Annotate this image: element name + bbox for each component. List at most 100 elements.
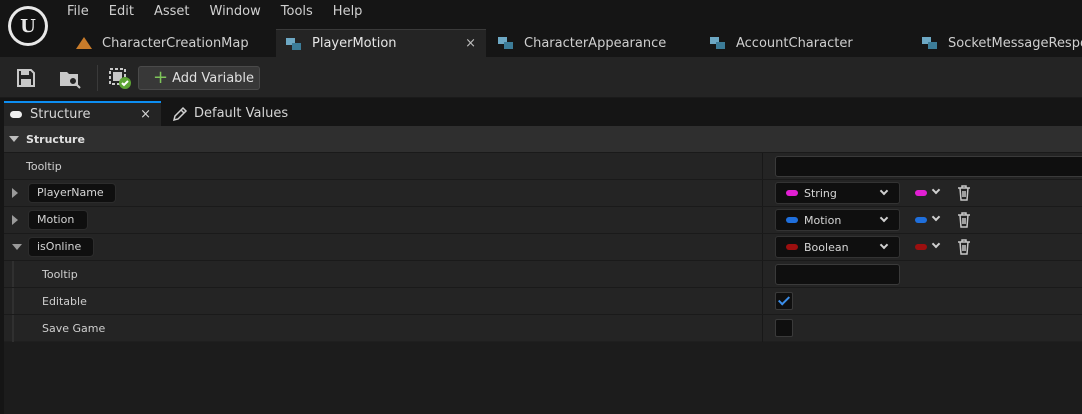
save-game-checkbox[interactable] <box>775 319 793 337</box>
tab-label: SocketMessageRespon <box>948 35 1082 51</box>
editor-window: U File Edit Asset Window Tools Help Char… <box>0 0 1082 414</box>
toolbar: + Add Variable <box>0 57 1082 98</box>
expand-arrow-icon[interactable] <box>12 215 18 225</box>
variable-row-isonline: isOnline Boolean <box>4 233 1082 261</box>
variable-name-field[interactable]: PlayerName <box>28 183 116 203</box>
tab-player-motion[interactable]: PlayerMotion × <box>276 29 486 57</box>
chevron-down-icon[interactable] <box>931 185 941 195</box>
collapse-arrow-icon[interactable] <box>12 244 22 250</box>
chevron-down-icon <box>879 186 889 196</box>
menu-window[interactable]: Window <box>200 0 271 24</box>
trash-icon[interactable] <box>957 212 971 228</box>
variable-row-playername: PlayerName String <box>4 179 1082 207</box>
type-pill-icon <box>786 217 798 223</box>
unreal-logo[interactable]: U <box>8 6 48 46</box>
type-label: Motion <box>804 214 842 227</box>
column-divider[interactable] <box>762 234 763 261</box>
map-icon <box>76 37 92 49</box>
chevron-down-icon[interactable] <box>931 239 941 249</box>
indent-guide <box>12 261 14 288</box>
structure-details-panel: Structure Tooltip PlayerName String Moti… <box>4 126 1082 414</box>
save-icon[interactable] <box>14 66 38 90</box>
structure-category-header[interactable]: Structure <box>4 126 1082 152</box>
container-type-icon[interactable] <box>915 217 927 223</box>
type-label: String <box>804 187 837 200</box>
column-divider[interactable] <box>762 153 763 180</box>
menu-file[interactable]: File <box>57 0 99 24</box>
tab-character-appearance[interactable]: CharacterAppearance <box>486 29 698 57</box>
toolbar-separator <box>97 65 98 91</box>
tab-label: PlayerMotion <box>312 36 397 51</box>
isonline-tooltip-row: Tooltip <box>4 260 1082 288</box>
chevron-down-icon <box>879 240 889 250</box>
editable-checkbox[interactable] <box>775 292 793 310</box>
struct-icon <box>710 36 726 50</box>
variable-name-field[interactable]: Motion <box>28 210 88 230</box>
container-type-icon[interactable] <box>915 244 927 250</box>
menu-asset[interactable]: Asset <box>144 0 200 24</box>
document-tabs: CharacterCreationMap PlayerMotion × Char… <box>64 29 1082 57</box>
type-label: Boolean <box>804 241 849 254</box>
menu-tools[interactable]: Tools <box>271 0 323 24</box>
checkmark-icon <box>777 293 791 306</box>
title-bar: U File Edit Asset Window Tools Help Char… <box>0 0 1082 57</box>
column-divider[interactable] <box>762 207 763 234</box>
tab-default-values-label: Default Values <box>194 106 289 121</box>
add-variable-label: Add Variable <box>172 70 255 86</box>
tab-label: AccountCharacter <box>736 35 853 51</box>
chevron-down-icon[interactable] <box>931 212 941 222</box>
variable-row-motion: Motion Motion <box>4 206 1082 234</box>
menu-edit[interactable]: Edit <box>99 0 144 24</box>
tab-character-creation-map[interactable]: CharacterCreationMap <box>64 29 276 57</box>
collapse-arrow-icon <box>9 136 19 142</box>
tab-account-character[interactable]: AccountCharacter <box>698 29 910 57</box>
struct-tooltip-input[interactable] <box>775 156 1082 177</box>
column-divider[interactable] <box>762 261 763 288</box>
variable-tooltip-input[interactable] <box>775 264 900 285</box>
panel-tabs: Structure × Default Values <box>0 98 1082 126</box>
close-tab-icon[interactable]: × <box>465 36 476 51</box>
column-divider[interactable] <box>762 315 763 342</box>
expand-arrow-icon[interactable] <box>12 188 18 198</box>
variable-type-select[interactable]: String <box>775 182 900 204</box>
category-label: Structure <box>26 132 85 146</box>
variable-type-select[interactable]: Motion <box>775 209 900 231</box>
chevron-down-icon <box>879 213 889 223</box>
trash-icon[interactable] <box>957 239 971 255</box>
type-pill-icon <box>786 190 798 196</box>
tab-default-values[interactable]: Default Values <box>170 101 288 126</box>
column-divider[interactable] <box>762 288 763 315</box>
indent-guide <box>12 315 14 342</box>
structure-pill-icon <box>10 111 22 118</box>
struct-tooltip-row: Tooltip <box>4 152 1082 180</box>
indent-guide <box>12 288 14 315</box>
tab-label: CharacterCreationMap <box>102 35 249 51</box>
variable-name-field[interactable]: isOnline <box>28 237 94 257</box>
type-pill-icon <box>786 244 798 250</box>
struct-icon <box>498 36 514 50</box>
tab-socket-message-response[interactable]: SocketMessageRespon <box>910 29 1082 57</box>
plus-icon: + <box>153 67 169 88</box>
tab-structure-label: Structure <box>30 107 91 122</box>
struct-icon <box>286 37 302 51</box>
unreal-logo-mark: U <box>11 9 45 43</box>
isonline-save-game-row: Save Game <box>4 314 1082 342</box>
trash-icon[interactable] <box>957 185 971 201</box>
menu-bar: File Edit Asset Window Tools Help <box>57 0 372 24</box>
tab-label: CharacterAppearance <box>524 35 667 51</box>
browse-asset-icon[interactable] <box>58 66 82 90</box>
column-divider[interactable] <box>762 180 763 207</box>
save-game-label: Save Game <box>42 322 106 335</box>
editable-label: Editable <box>42 295 87 308</box>
tooltip-label: Tooltip <box>42 268 78 281</box>
pencil-icon <box>172 106 188 121</box>
add-variable-button[interactable]: + Add Variable <box>138 66 260 90</box>
isonline-editable-row: Editable <box>4 287 1082 315</box>
variable-type-select[interactable]: Boolean <box>775 236 900 258</box>
tooltip-label: Tooltip <box>26 160 62 173</box>
compile-status-icon[interactable] <box>108 66 132 90</box>
close-structure-tab-icon[interactable]: × <box>140 107 151 122</box>
container-type-icon[interactable] <box>915 190 927 196</box>
tab-structure[interactable]: Structure × <box>4 101 161 126</box>
menu-help[interactable]: Help <box>323 0 373 24</box>
